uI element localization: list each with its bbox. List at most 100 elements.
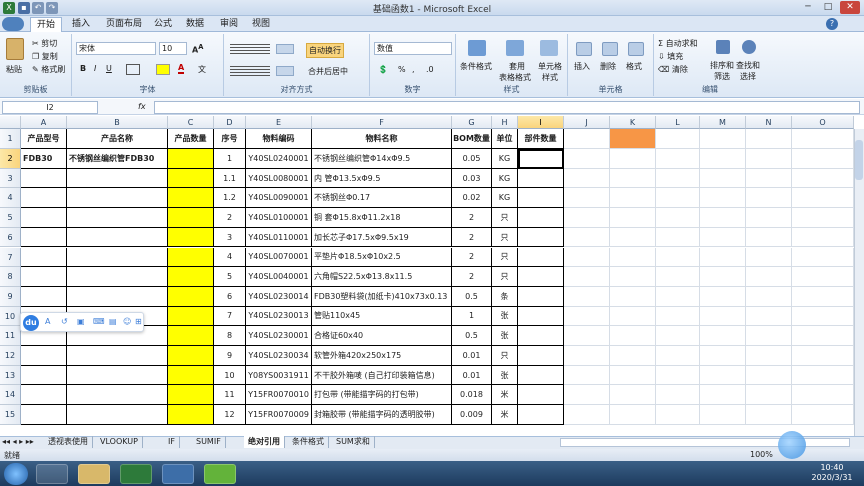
cell-c10[interactable] xyxy=(168,306,214,327)
row-header-7[interactable]: 7 xyxy=(0,247,21,268)
cell-h5[interactable]: 只 xyxy=(492,208,518,228)
cell-j10[interactable] xyxy=(564,306,610,327)
cell-h4[interactable]: KG xyxy=(492,188,518,209)
cell-m8[interactable] xyxy=(700,267,746,287)
column-header-a[interactable]: A xyxy=(21,116,67,129)
folder-icon[interactable] xyxy=(78,464,110,484)
cell-n4[interactable] xyxy=(746,188,792,209)
cell-i9[interactable] xyxy=(518,286,564,307)
cell-l15[interactable] xyxy=(656,405,700,425)
cell-o2[interactable] xyxy=(792,149,854,169)
cell-o9[interactable] xyxy=(792,286,854,307)
cell-f9[interactable]: FDB30塑料袋(加纸卡)410x73x0.13 xyxy=(312,286,452,307)
cell-d9[interactable]: 6 xyxy=(214,286,246,307)
start-button-icon[interactable] xyxy=(4,463,28,485)
cell-f14[interactable]: 打包带 (带能描字码的打包带) xyxy=(312,385,452,406)
cell-h15[interactable]: 米 xyxy=(492,405,518,425)
cell-a3[interactable] xyxy=(21,168,67,189)
cell-f2[interactable]: 不锈钢丝编织管Φ14xΦ9.5 xyxy=(312,149,452,169)
cell-a2[interactable]: FDB30 xyxy=(21,149,67,169)
cell-n6[interactable] xyxy=(746,227,792,248)
cell-k15[interactable] xyxy=(610,405,656,425)
sheet-tab[interactable]: 绝对引用 xyxy=(244,436,285,448)
wrap-text-button[interactable]: 自动换行 xyxy=(306,43,344,58)
cell-m10[interactable] xyxy=(700,306,746,327)
cell-e7[interactable]: Y40SL0070001 xyxy=(246,247,312,268)
cell-c5[interactable] xyxy=(168,208,214,228)
cell-m3[interactable] xyxy=(700,168,746,189)
fill-color-icon[interactable] xyxy=(156,64,170,75)
cell-i15[interactable] xyxy=(518,405,564,425)
cell-d6[interactable]: 3 xyxy=(214,227,246,248)
grid-icon[interactable]: ⊞ xyxy=(135,317,142,326)
cell-a7[interactable] xyxy=(21,247,67,268)
cell-o14[interactable] xyxy=(792,385,854,406)
cell-f4[interactable]: 不锈钢丝Φ0.17 xyxy=(312,188,452,209)
underline-button[interactable]: U xyxy=(106,64,112,73)
cell-k2[interactable] xyxy=(610,149,656,169)
cell-g8[interactable]: 2 xyxy=(452,267,492,287)
cell-c15[interactable] xyxy=(168,405,214,425)
cell-n12[interactable] xyxy=(746,346,792,366)
cell-b4[interactable] xyxy=(67,188,168,209)
cell-f10[interactable]: 管贴110x45 xyxy=(312,306,452,327)
conditional-format-button[interactable]: 条件格式 xyxy=(460,61,492,72)
cell-e12[interactable]: Y40SL0230034 xyxy=(246,346,312,366)
column-header-g[interactable]: G xyxy=(452,116,492,129)
column-header-c[interactable]: C xyxy=(168,116,214,129)
percent-button[interactable]: % xyxy=(398,65,406,74)
cell-l1[interactable] xyxy=(656,129,700,149)
table-format-button[interactable]: 套用 表格格式 xyxy=(499,61,531,83)
cell-e14[interactable]: Y15FR0070010 xyxy=(246,385,312,406)
row-header-8[interactable]: 8 xyxy=(0,267,21,287)
cell-m4[interactable] xyxy=(700,188,746,209)
row-header-13[interactable]: 13 xyxy=(0,365,21,386)
cell-k5[interactable] xyxy=(610,208,656,228)
cell-g12[interactable]: 0.01 xyxy=(452,346,492,366)
cell-i11[interactable] xyxy=(518,326,564,346)
column-title-h[interactable]: 单位 xyxy=(492,129,518,149)
cell-d4[interactable]: 1.2 xyxy=(214,188,246,209)
cell-m12[interactable] xyxy=(700,346,746,366)
cell-a4[interactable] xyxy=(21,188,67,209)
paste-button[interactable]: 粘贴 xyxy=(6,64,22,75)
column-title-g[interactable]: BOM数量 xyxy=(452,129,492,149)
column-header-f[interactable]: F xyxy=(312,116,452,129)
cell-h6[interactable]: 只 xyxy=(492,227,518,248)
cell-o8[interactable] xyxy=(792,267,854,287)
cell-f3[interactable]: 内 管Φ13.5xΦ9.5 xyxy=(312,168,452,189)
row-header-9[interactable]: 9 xyxy=(0,286,21,307)
cell-g15[interactable]: 0.009 xyxy=(452,405,492,425)
row-header-15[interactable]: 15 xyxy=(0,405,21,425)
cell-m15[interactable] xyxy=(700,405,746,425)
name-box[interactable]: I2 xyxy=(2,101,98,114)
cell-k6[interactable] xyxy=(610,227,656,248)
cell-j2[interactable] xyxy=(564,149,610,169)
cell-c4[interactable] xyxy=(168,188,214,209)
column-header-n[interactable]: N xyxy=(746,116,792,129)
column-title-c[interactable]: 产品数量 xyxy=(168,129,214,149)
column-title-a[interactable]: 产品型号 xyxy=(21,129,67,149)
cell-f5[interactable]: 铜 套Φ15.8xΦ11.2x18 xyxy=(312,208,452,228)
cell-j8[interactable] xyxy=(564,267,610,287)
cell-j3[interactable] xyxy=(564,168,610,189)
cell-b5[interactable] xyxy=(67,208,168,228)
cell-o10[interactable] xyxy=(792,306,854,327)
cell-n3[interactable] xyxy=(746,168,792,189)
cell-m13[interactable] xyxy=(700,365,746,386)
cell-l3[interactable] xyxy=(656,168,700,189)
cell-f6[interactable]: 加长芯子Φ17.5xΦ9.5x19 xyxy=(312,227,452,248)
cut-button[interactable]: ✂ 剪切 xyxy=(32,38,57,49)
cell-c2[interactable] xyxy=(168,149,214,169)
tab-page-layout[interactable]: 页面布局 xyxy=(100,17,148,32)
comma-button[interactable]: , xyxy=(412,65,415,74)
tab-review[interactable]: 审阅 xyxy=(214,17,244,32)
cell-a14[interactable] xyxy=(21,385,67,406)
cell-i10[interactable] xyxy=(518,306,564,327)
cell-c13[interactable] xyxy=(168,365,214,386)
row-header-1[interactable]: 1 xyxy=(0,129,21,149)
bold-button[interactable]: B xyxy=(80,64,86,73)
cell-a6[interactable] xyxy=(21,227,67,248)
cell-n11[interactable] xyxy=(746,326,792,346)
cell-l7[interactable] xyxy=(656,247,700,268)
